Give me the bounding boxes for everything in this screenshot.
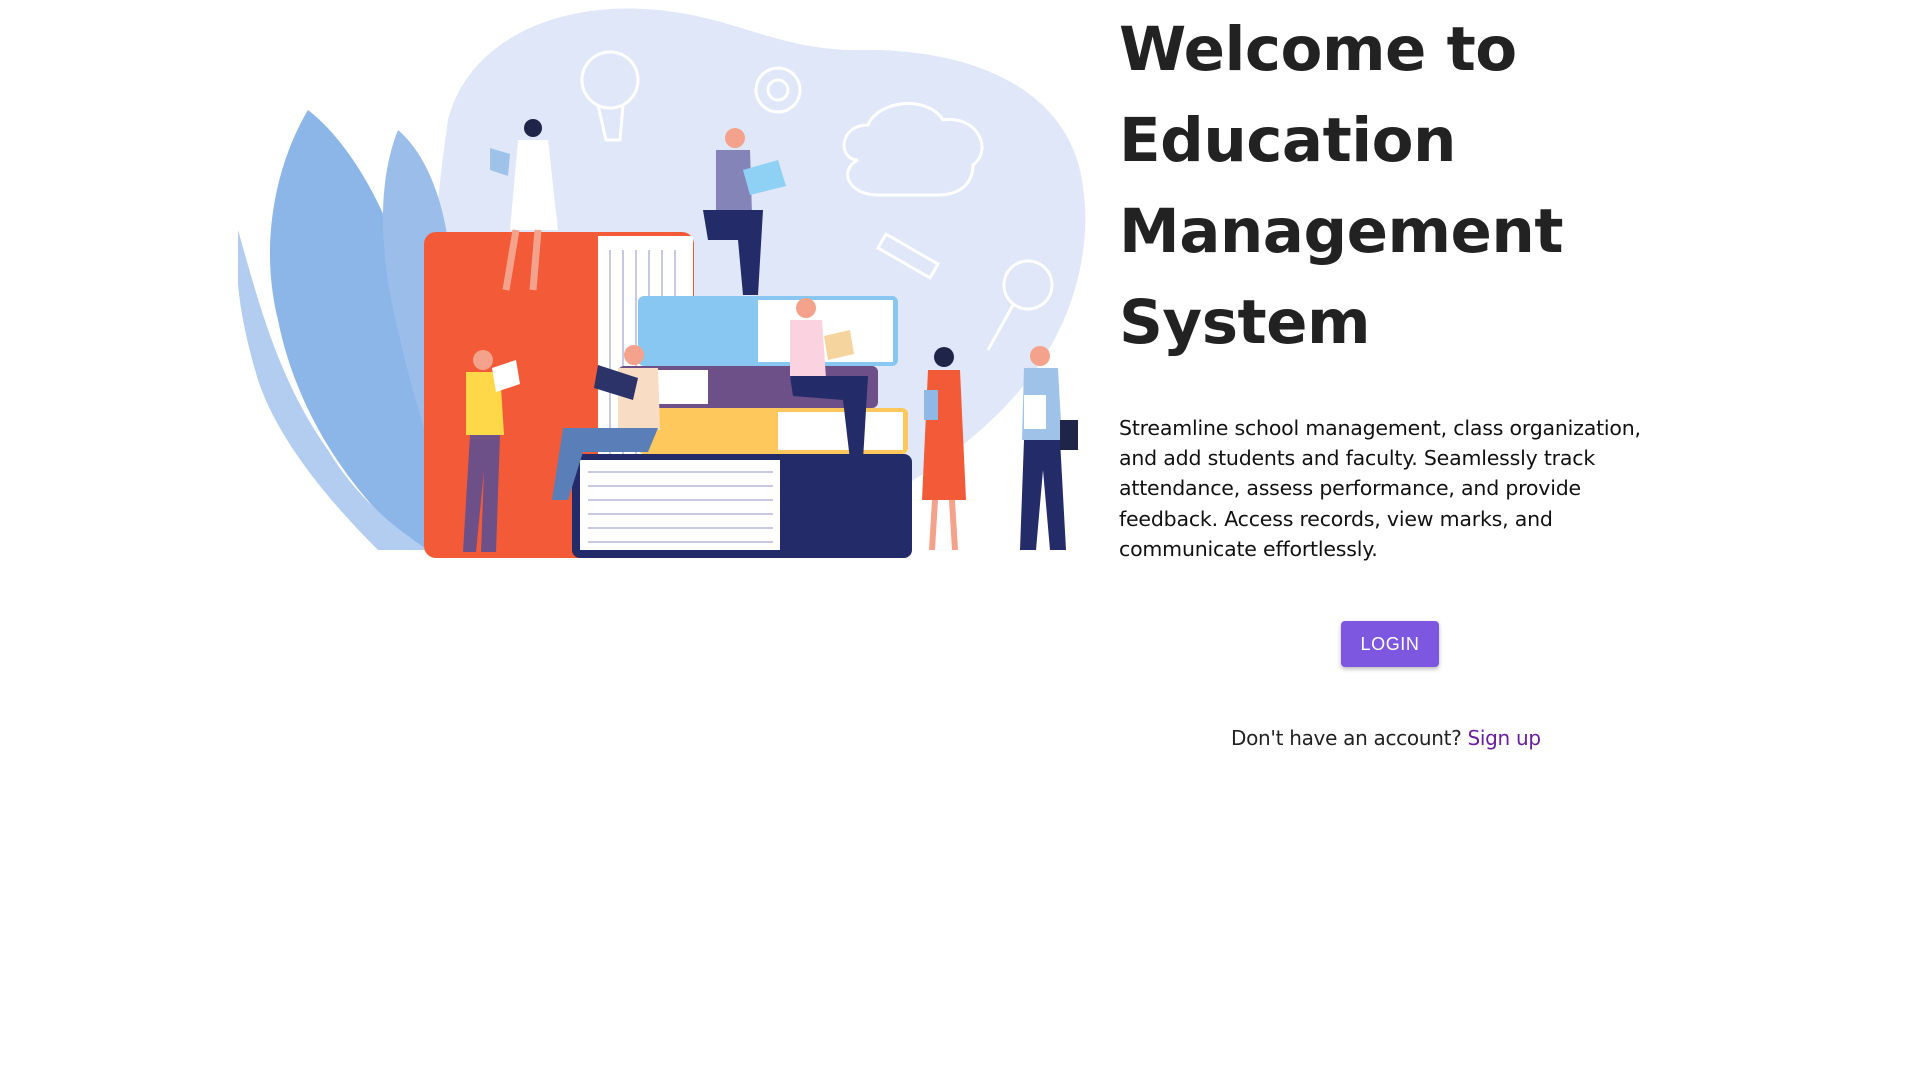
signup-prompt-row: Don't have an account? Sign up	[1231, 726, 1541, 750]
title-line: Management	[1119, 196, 1564, 267]
landing-page: Welcome to Education Management System S…	[0, 0, 1916, 1079]
education-illustration	[238, 0, 1090, 558]
signup-link[interactable]: Sign up	[1467, 726, 1541, 750]
signup-prompt-text: Don't have an account?	[1231, 726, 1462, 750]
page-title: Welcome to Education Management System	[1119, 0, 1679, 368]
login-button[interactable]: LOGIN	[1341, 621, 1439, 667]
title-line: Welcome to	[1119, 14, 1517, 85]
page-description: Streamline school management, class orga…	[1119, 416, 1641, 561]
welcome-panel: Welcome to Education Management System S…	[1119, 0, 1679, 564]
title-line: Education	[1119, 105, 1457, 176]
login-area: LOGIN	[1341, 621, 1439, 667]
title-line: System	[1119, 287, 1371, 358]
